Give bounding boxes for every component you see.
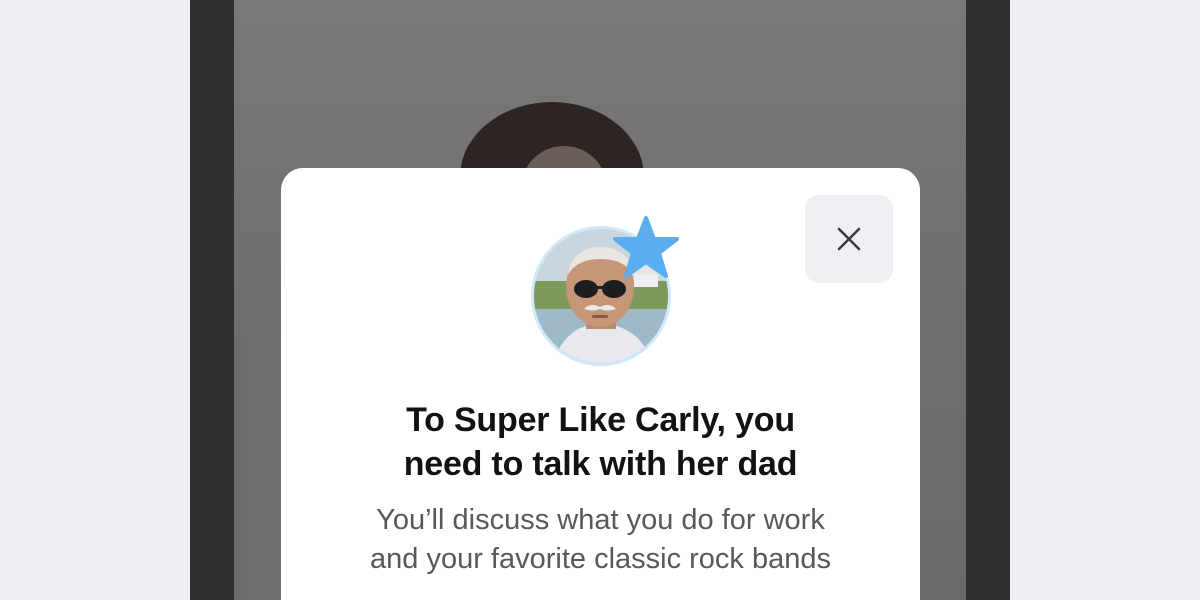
dad-avatar-group	[531, 216, 679, 366]
super-like-star-icon	[613, 216, 679, 278]
modal-subtitle-line-2: and your favorite classic rock bands	[370, 543, 831, 575]
super-like-modal: To Super Like Carly, you need to talk wi…	[281, 168, 920, 600]
close-button[interactable]	[805, 195, 893, 283]
modal-subtitle-line-1: You’ll discuss what you do for work	[376, 504, 825, 536]
modal-title-line-1: To Super Like Carly, you	[406, 401, 795, 439]
modal-title-line-2: need to talk with her dad	[403, 445, 798, 483]
page: To Super Like Carly, you need to talk wi…	[0, 0, 1200, 600]
modal-title: To Super Like Carly, you need to talk wi…	[281, 398, 920, 486]
modal-subtitle: You’ll discuss what you do for work and …	[281, 501, 920, 579]
close-icon	[837, 227, 861, 251]
